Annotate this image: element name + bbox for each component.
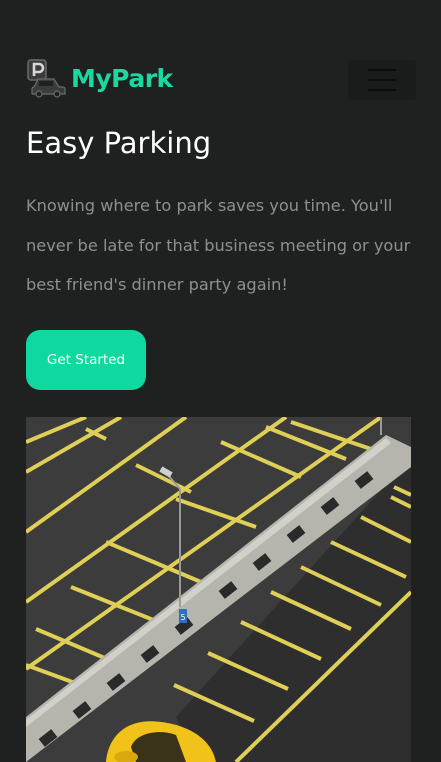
parking-sign-number: 5 <box>180 613 185 622</box>
hamburger-menu-icon <box>368 69 396 71</box>
brand-name: MyPark <box>71 63 173 93</box>
parking-car-icon <box>27 59 66 98</box>
hero-title: Easy Parking <box>26 126 212 160</box>
brand-logo[interactable]: MyPark <box>26 58 173 98</box>
hero-description: Knowing where to park saves you time. Yo… <box>26 196 411 294</box>
parking-lot-illustration: 5 <box>26 417 411 762</box>
site-header: MyPark <box>26 56 416 100</box>
parking-lot-photo: 5 <box>26 417 411 762</box>
hamburger-menu-icon-line <box>368 89 396 91</box>
menu-toggle-button[interactable] <box>348 60 416 100</box>
hamburger-menu-icon-line <box>368 79 396 81</box>
get-started-button[interactable]: Get Started <box>26 330 146 390</box>
